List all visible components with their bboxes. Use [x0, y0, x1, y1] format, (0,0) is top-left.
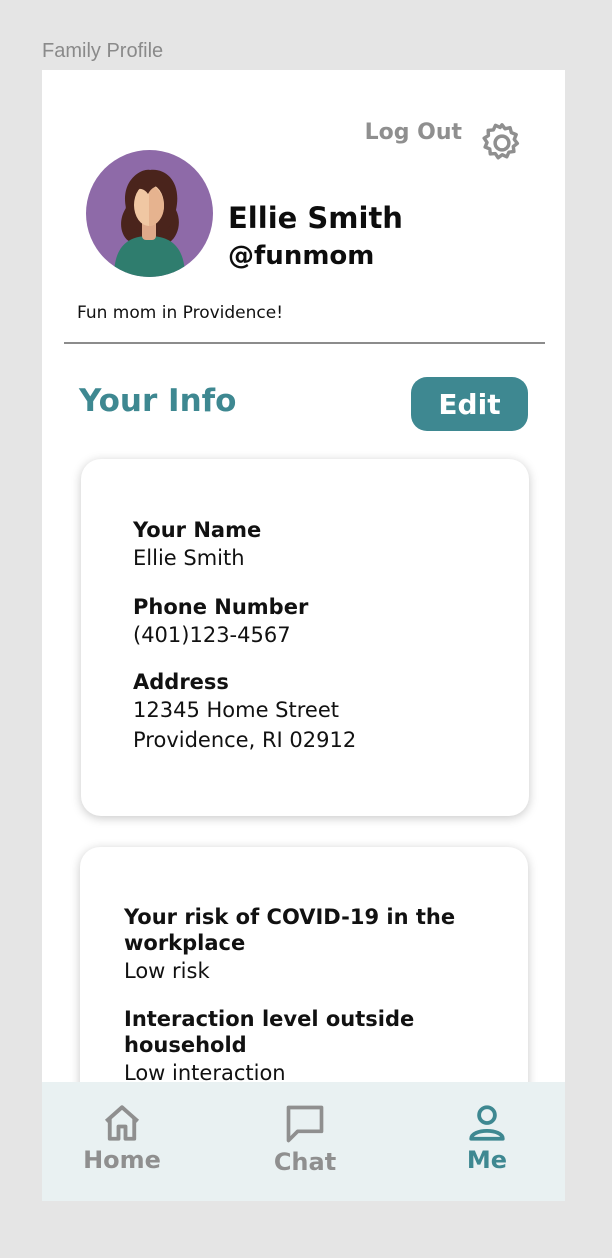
avatar-illustration — [114, 169, 185, 277]
field-label-line2: workplace — [124, 931, 246, 955]
gear-icon[interactable] — [479, 120, 525, 166]
field-value: 12345 Home Street — [133, 698, 339, 722]
field-label-line2: household — [124, 1033, 247, 1057]
name-field: Your Name Ellie Smith — [133, 517, 261, 573]
phone-field: Phone Number (401)123-4567 — [133, 594, 308, 650]
nav-chat[interactable]: Chat — [245, 1102, 365, 1176]
nav-label: Me — [466, 1146, 508, 1174]
divider — [64, 342, 545, 344]
home-icon — [104, 1105, 140, 1141]
section-title: Your Info — [79, 383, 237, 419]
profile-screen: Log Out Ellie Smith @funmom Fun mom in P… — [42, 70, 565, 1201]
field-value: (401)123-4567 — [133, 623, 291, 647]
info-card: Your Name Ellie Smith Phone Number (401)… — [81, 459, 529, 816]
person-icon — [469, 1105, 505, 1141]
field-label: Interaction level outside — [124, 1007, 415, 1031]
field-value: Ellie Smith — [133, 546, 245, 570]
chat-icon — [286, 1105, 324, 1143]
logout-button[interactable]: Log Out — [365, 120, 462, 145]
nav-me[interactable]: Me — [427, 1102, 547, 1174]
nav-home[interactable]: Home — [62, 1102, 182, 1174]
field-label: Address — [133, 670, 229, 694]
field-value-line2: Providence, RI 02912 — [133, 728, 357, 752]
nav-label: Home — [83, 1146, 161, 1174]
profile-handle: @funmom — [228, 241, 375, 271]
edit-button[interactable]: Edit — [411, 377, 528, 431]
profile-bio: Fun mom in Providence! — [77, 303, 284, 323]
avatar — [86, 150, 213, 277]
nav-label: Chat — [273, 1148, 337, 1176]
field-label: Your Name — [133, 518, 262, 542]
profile-name: Ellie Smith — [228, 201, 403, 235]
workplace-risk-field: Your risk of COVID-19 in the workplace L… — [124, 904, 455, 986]
frame-label: Family Profile — [42, 40, 164, 62]
interaction-level-field: Interaction level outside household Low … — [124, 1006, 414, 1088]
address-field: Address 12345 Home Street Providence, RI… — [133, 669, 356, 755]
field-label: Your risk of COVID-19 in the — [124, 905, 456, 929]
field-label: Phone Number — [133, 595, 309, 619]
field-value: Low risk — [124, 959, 210, 983]
bottom-nav: Home Chat Me — [42, 1082, 565, 1201]
